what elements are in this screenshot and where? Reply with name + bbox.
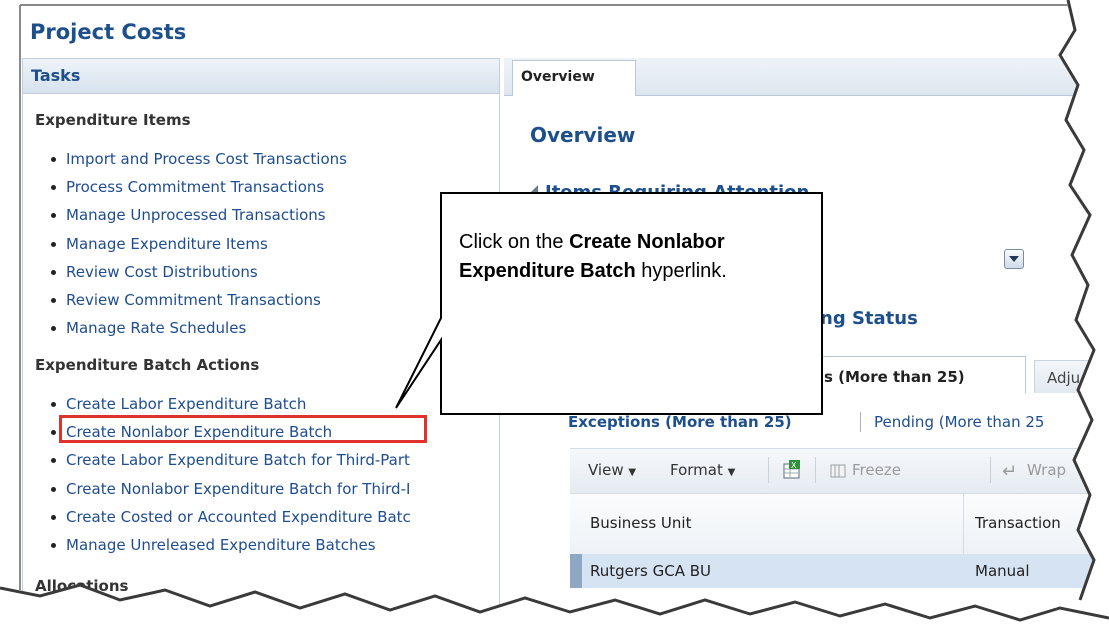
screenshot-frame: Project Costs Tasks Expenditure Items Im… [0, 0, 1109, 634]
torn-edge-overlay [0, 0, 1109, 634]
